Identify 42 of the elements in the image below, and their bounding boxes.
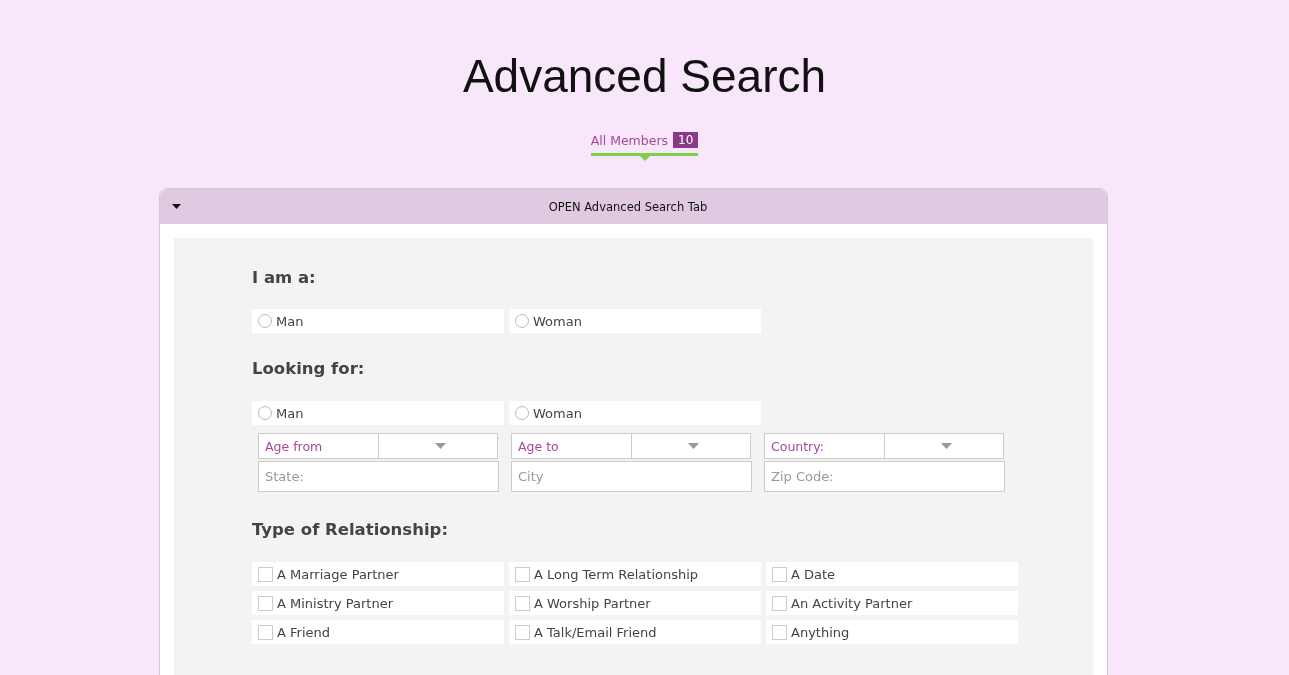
checkbox[interactable]	[258, 566, 273, 582]
checkbox[interactable]	[772, 595, 787, 611]
checkbox[interactable]	[515, 566, 530, 582]
panel-header[interactable]: OPEN Advanced Search Tab	[160, 189, 1107, 224]
radio-option[interactable]: Woman	[509, 401, 761, 425]
caret-icon	[688, 443, 700, 449]
radio-button[interactable]	[515, 314, 529, 328]
radio-option[interactable]: Man	[252, 401, 504, 425]
checkbox-option[interactable]: A Friend	[252, 620, 504, 644]
checkbox-option[interactable]: A Long Term Relationship	[509, 562, 761, 586]
caret-icon	[941, 443, 953, 449]
checkbox-option[interactable]: An Activity Partner	[766, 591, 1018, 615]
radio-option[interactable]: Woman	[509, 309, 761, 333]
checkbox[interactable]	[772, 624, 787, 640]
checkbox[interactable]	[515, 624, 530, 640]
checkbox[interactable]	[772, 566, 787, 582]
section-heading: Looking for:	[252, 359, 366, 378]
checkbox[interactable]	[258, 595, 273, 611]
count-badge: 10	[673, 132, 699, 148]
radio-option[interactable]: Man	[252, 309, 504, 333]
dropdown[interactable]: Country:	[764, 433, 1004, 459]
checkbox[interactable]	[258, 624, 273, 640]
radio-button[interactable]	[258, 314, 272, 328]
checkbox-option[interactable]: A Date	[766, 562, 1018, 586]
caret-icon	[435, 443, 447, 449]
page-title: Advanced Search	[461, 49, 828, 104]
section-heading: Type of Relationship:	[252, 520, 449, 539]
section-heading: I am a:	[252, 268, 317, 287]
checkbox-option[interactable]: A Talk/Email Friend	[509, 620, 761, 644]
input-field[interactable]: City	[511, 461, 752, 492]
checkbox-option[interactable]: Anything	[766, 620, 1018, 644]
checkbox[interactable]	[515, 595, 530, 611]
input-field[interactable]: State:	[258, 461, 499, 492]
dropdown[interactable]: Age from	[258, 433, 498, 459]
caret-icon	[172, 204, 181, 209]
checkbox-option[interactable]: A Worship Partner	[509, 591, 761, 615]
radio-button[interactable]	[258, 406, 272, 420]
dropdown[interactable]: Age to	[511, 433, 751, 459]
checkbox-option[interactable]: A Marriage Partner	[252, 562, 504, 586]
radio-button[interactable]	[515, 406, 529, 420]
input-field[interactable]: Zip Code:	[764, 461, 1005, 492]
checkbox-option[interactable]: A Ministry Partner	[252, 591, 504, 615]
